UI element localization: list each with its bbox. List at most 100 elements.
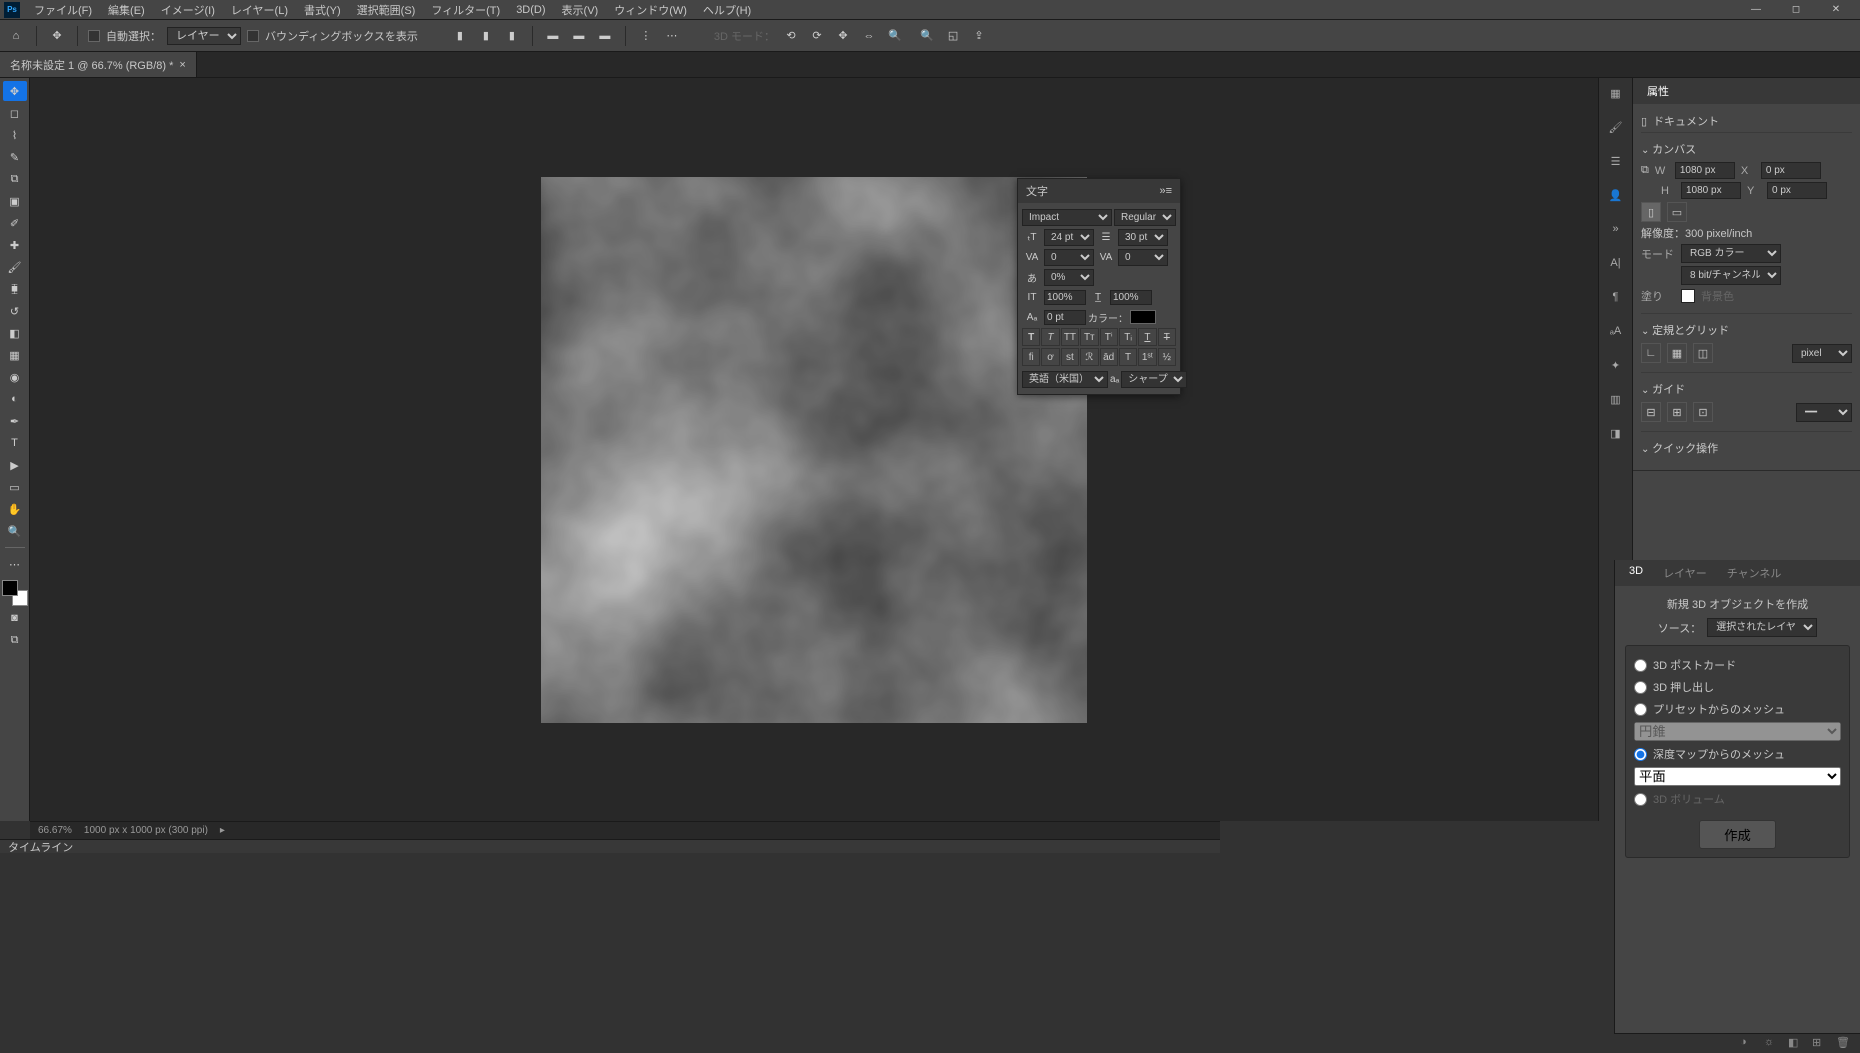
radio-3d-extrusion[interactable] (1634, 681, 1647, 694)
horizontal-scale-input[interactable] (1110, 290, 1152, 305)
menu-layer[interactable]: レイヤー(L) (223, 0, 296, 20)
menu-window[interactable]: ウィンドウ(W) (606, 0, 695, 20)
text-color-swatch[interactable] (1130, 310, 1156, 324)
move-tool-icon[interactable]: ✥ (47, 26, 67, 46)
document-info[interactable]: 1000 px x 1000 px (300 ppi) (84, 825, 208, 836)
menu-3d[interactable]: 3D(D) (508, 2, 553, 18)
vertical-scale-input[interactable] (1044, 290, 1086, 305)
gradient-tool[interactable]: ▦ (3, 345, 27, 365)
underline-button[interactable]: T (1138, 328, 1156, 346)
tab-channels[interactable]: チャンネル (1717, 562, 1792, 584)
align-middle-icon[interactable]: ▬ (569, 26, 589, 46)
height-input[interactable] (1681, 182, 1741, 199)
align-bottom-icon[interactable]: ▬ (595, 26, 615, 46)
auto-select-dropdown[interactable]: レイヤー (167, 27, 241, 45)
history-brush-tool[interactable]: ↺ (3, 301, 27, 321)
font-family-dropdown[interactable]: Impact (1022, 209, 1112, 226)
fx-icon[interactable]: ◑ (1740, 1036, 1756, 1052)
baseline-input[interactable] (1044, 310, 1086, 325)
zoom-tool[interactable]: 🔍 (3, 521, 27, 541)
bounding-box-checkbox[interactable] (247, 30, 259, 42)
radio-3d-preset-mesh[interactable] (1634, 703, 1647, 716)
panel-menu-icon[interactable]: ≡ (1166, 185, 1172, 197)
ordinal-button[interactable]: 1ˢᵗ (1138, 348, 1156, 366)
camera-icon[interactable]: ◧ (1788, 1036, 1804, 1052)
menu-filter[interactable]: フィルター(T) (423, 0, 508, 20)
pen-tool[interactable]: ✒ (3, 411, 27, 431)
smallcaps-button[interactable]: Tᴛ (1080, 328, 1098, 346)
swash-button[interactable]: ℛ (1080, 348, 1098, 366)
strikethrough-button[interactable]: T (1158, 328, 1176, 346)
tab-layers[interactable]: レイヤー (1653, 562, 1717, 584)
brush-tool[interactable]: 🖌 (3, 257, 27, 277)
eraser-tool[interactable]: ◧ (3, 323, 27, 343)
search-icon[interactable]: 🔍 (917, 26, 937, 46)
swatches-panel-icon[interactable]: ▥ (1605, 388, 1627, 410)
width-input[interactable] (1675, 162, 1735, 179)
brushes-panel-icon[interactable]: 🖌 (1605, 116, 1627, 138)
fraction-button[interactable]: ½ (1158, 348, 1176, 366)
share-icon[interactable]: ⇪ (969, 26, 989, 46)
expand-panel-icon[interactable]: » (1605, 218, 1627, 240)
dodge-tool[interactable]: ◐ (3, 389, 27, 409)
font-size-input[interactable]: 24 pt (1044, 229, 1094, 246)
guide-h-icon[interactable]: ⊟ (1641, 402, 1661, 422)
canvas-area[interactable] (30, 78, 1598, 821)
paragraph-panel-icon[interactable]: ¶ (1605, 286, 1627, 308)
screen-mode-icon[interactable]: ⧉ (3, 630, 27, 650)
crop-tool[interactable]: ⧉ (3, 169, 27, 189)
alternate-button[interactable]: ơ (1041, 348, 1059, 366)
frame-tool[interactable]: ▣ (3, 191, 27, 211)
styles-panel-icon[interactable]: ✦ (1605, 354, 1627, 376)
radio-3d-volume[interactable] (1634, 793, 1647, 806)
antialiasing-dropdown[interactable]: シャープ (1121, 371, 1187, 388)
color-mode-dropdown[interactable]: RGB カラー (1681, 244, 1781, 263)
libraries-panel-icon[interactable]: 👤 (1605, 184, 1627, 206)
language-dropdown[interactable]: 英語（米国） (1022, 371, 1108, 388)
eyedropper-tool[interactable]: ✐ (3, 213, 27, 233)
gradients-panel-icon[interactable]: ◨ (1605, 422, 1627, 444)
radio-3d-postcard[interactable] (1634, 659, 1647, 672)
guides-section-header[interactable]: ガイド (1641, 379, 1852, 399)
guide-v-icon[interactable]: ⊞ (1667, 402, 1687, 422)
oldstyle-button[interactable]: ād (1100, 348, 1118, 366)
edit-toolbar-icon[interactable]: ⋯ (3, 554, 27, 574)
color-swatches[interactable] (2, 580, 28, 606)
guides-icon[interactable]: ◫ (1693, 343, 1713, 363)
light-icon[interactable]: ☼ (1764, 1036, 1780, 1052)
window-maximize-button[interactable]: ◻ (1776, 2, 1816, 17)
glyphs-panel-icon[interactable]: ₐA (1605, 320, 1627, 342)
3d-source-dropdown[interactable]: 選択されたレイヤー (1707, 618, 1817, 637)
guide-color-dropdown[interactable]: ━━ (1796, 403, 1852, 422)
bit-depth-dropdown[interactable]: 8 bit/チャンネル (1681, 266, 1781, 285)
kerning-input[interactable]: 0 (1044, 249, 1094, 266)
superscript-button[interactable]: Tⁱ (1100, 328, 1118, 346)
adjustments-panel-icon[interactable]: ☰ (1605, 150, 1627, 172)
timeline-panel[interactable]: タイムライン (0, 839, 1220, 853)
menu-help[interactable]: ヘルプ(H) (695, 0, 759, 20)
align-left-icon[interactable]: ▮ (450, 26, 470, 46)
home-icon[interactable]: ⌂ (6, 26, 26, 46)
radio-3d-depthmap[interactable] (1634, 748, 1647, 761)
menu-type[interactable]: 書式(Y) (296, 0, 349, 20)
quick-actions-header[interactable]: クイック操作 (1641, 438, 1852, 458)
type-tool[interactable]: T (3, 433, 27, 453)
character-panel[interactable]: 文字 » ≡ Impact Regular ₜT 24 pt ☰ 30 pt V… (1017, 178, 1181, 395)
grid-icon[interactable]: ▦ (1667, 343, 1687, 363)
move-tool[interactable]: ✥ (3, 81, 27, 101)
guide-both-icon[interactable]: ⊡ (1693, 402, 1713, 422)
trash-icon[interactable]: 🗑 (1836, 1036, 1852, 1052)
menu-file[interactable]: ファイル(F) (26, 0, 100, 20)
workspace-switcher-icon[interactable]: ◱ (943, 26, 963, 46)
titling-button[interactable]: T (1119, 348, 1137, 366)
create-3d-button[interactable]: 作成 (1699, 820, 1776, 849)
orientation-landscape-icon[interactable]: ▭ (1667, 202, 1687, 222)
italic-button[interactable]: T (1041, 328, 1059, 346)
allcaps-button[interactable]: TT (1061, 328, 1079, 346)
align-top-icon[interactable]: ▬ (543, 26, 563, 46)
properties-tab[interactable]: 属性 (1641, 81, 1675, 101)
ligature-button[interactable]: fi (1022, 348, 1040, 366)
tracking-input[interactable]: 0 (1118, 249, 1168, 266)
align-right-icon[interactable]: ▮ (502, 26, 522, 46)
clone-stamp-tool[interactable]: ⧯ (3, 279, 27, 299)
